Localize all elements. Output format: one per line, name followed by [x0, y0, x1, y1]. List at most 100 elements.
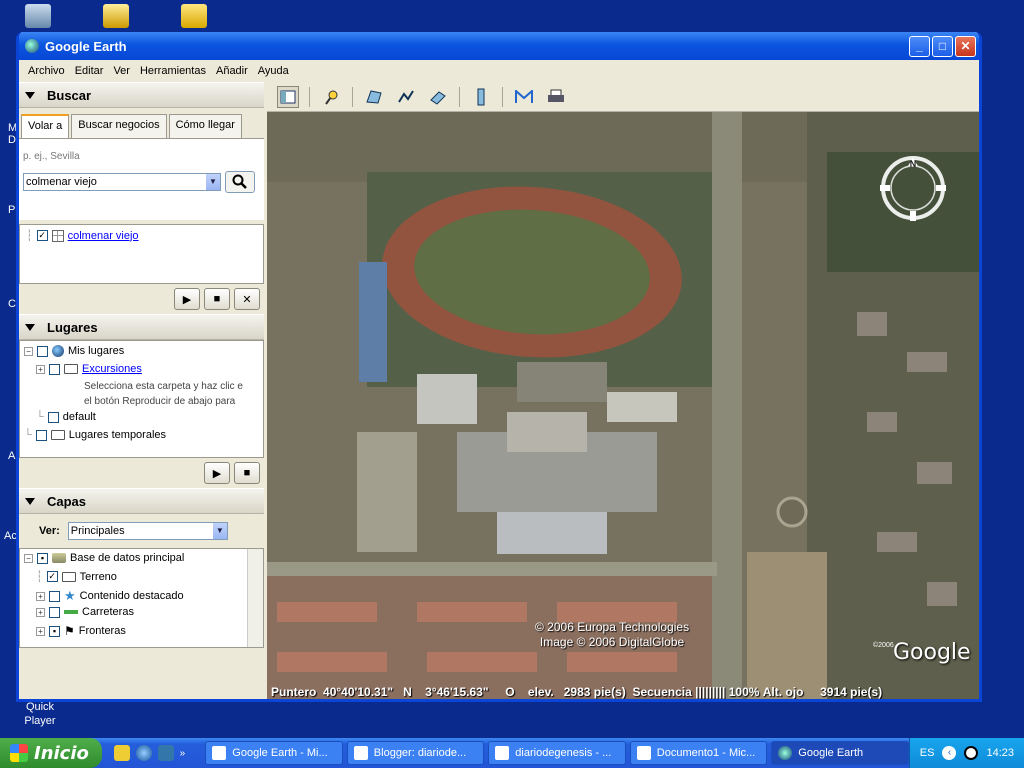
list-item[interactable]: + Excursiones	[36, 363, 142, 375]
streaming-percent: 100%	[728, 685, 760, 699]
checkbox[interactable]	[47, 411, 59, 423]
my-computer-icon[interactable]	[20, 2, 56, 32]
places-section-header[interactable]: Lugares	[19, 314, 264, 340]
search-hint: p. ej., Sevilla	[23, 151, 80, 162]
search-input[interactable]: colmenar viejo ▼	[23, 173, 221, 191]
play-button[interactable]: ▶	[204, 462, 230, 484]
chevron-right-icon[interactable]: »	[180, 748, 186, 759]
checkbox[interactable]	[49, 363, 60, 375]
checkbox[interactable]	[49, 606, 60, 618]
left-panel: Buscar Volar a Buscar negocios Cómo lleg…	[19, 82, 264, 699]
play-button[interactable]: ▶	[174, 288, 200, 310]
printer-icon	[548, 89, 564, 102]
latitude-value: 40°40'10.31"	[323, 685, 394, 699]
layers-scrollbar[interactable]	[247, 549, 263, 647]
list-item[interactable]: + ▪ ⚑ Fronteras	[36, 624, 126, 638]
checkbox-checked[interactable]: ✓	[36, 230, 48, 241]
search-button[interactable]	[225, 171, 255, 193]
sidebar-toggle-button[interactable]	[277, 85, 299, 108]
menu-ayuda[interactable]: Ayuda	[253, 65, 294, 77]
clear-button[interactable]: ✕	[234, 288, 260, 310]
list-item[interactable]: + Carreteras	[36, 606, 134, 618]
checkbox-partial[interactable]: ▪	[37, 552, 48, 564]
list-item[interactable]: − ▪ Base de datos principal	[24, 552, 184, 564]
layer-label: Base de datos principal	[70, 552, 185, 564]
list-item[interactable]: ┆ ✓ colmenar viejo	[26, 229, 139, 242]
menu-anadir[interactable]: Añadir	[211, 65, 253, 77]
view-select[interactable]: Principales ▼	[67, 522, 228, 540]
checkbox-checked[interactable]: ✓	[46, 571, 58, 582]
list-item[interactable]: └ Lugares temporales	[24, 429, 166, 441]
panda-antivirus-icon[interactable]	[964, 746, 979, 760]
folder-icon	[61, 571, 76, 582]
folder-icon	[64, 364, 78, 374]
task-google-earth-mi[interactable]: Google Earth - Mi...	[205, 741, 343, 765]
task-blogger[interactable]: Blogger: diariode...	[346, 741, 485, 765]
maximize-button[interactable]: □	[932, 35, 953, 57]
quicklaunch-app-icon[interactable]	[157, 745, 174, 761]
stop-button[interactable]: ■	[234, 462, 260, 484]
search-shortcut-icon[interactable]	[98, 2, 134, 32]
checkbox[interactable]	[49, 590, 60, 602]
tab-volar-a[interactable]: Volar a	[21, 114, 70, 138]
globe-icon	[52, 345, 64, 357]
email-button[interactable]	[513, 86, 535, 108]
chevron-down-icon[interactable]: ▼	[206, 174, 220, 190]
result-link[interactable]: colmenar viejo	[68, 230, 139, 242]
grid-icon	[51, 229, 64, 242]
start-label: Inicio	[34, 742, 89, 764]
path-icon	[398, 89, 414, 103]
quicklaunch-app-icon[interactable]	[113, 745, 130, 761]
list-item[interactable]: − Mis lugares	[24, 345, 124, 357]
task-label: diariodegenesis - ...	[515, 747, 612, 759]
list-item[interactable]: ┆ ✓ Terreno	[36, 570, 117, 584]
map-view[interactable]: N © 2006 Europa Technologies Image © 200…	[267, 112, 979, 699]
checkbox-partial[interactable]: ▪	[49, 625, 60, 637]
language-indicator[interactable]: ES	[920, 747, 935, 759]
excursiones-link[interactable]: Excursiones	[82, 363, 142, 375]
layers-section-header[interactable]: Capas	[19, 488, 264, 514]
task-documento1[interactable]: Documento1 - Mic...	[629, 741, 768, 765]
add-overlay-button[interactable]	[427, 86, 449, 108]
search-section-header[interactable]: Buscar	[19, 82, 264, 108]
add-placemark-button[interactable]	[320, 86, 342, 108]
start-button[interactable]: Inicio	[0, 738, 102, 768]
stop-button[interactable]: ■	[204, 288, 230, 310]
menu-editar[interactable]: Editar	[70, 65, 109, 77]
task-label: Documento1 - Mic...	[656, 747, 756, 759]
view-label: Ver:	[39, 525, 60, 537]
add-path-button[interactable]	[395, 86, 417, 108]
list-item[interactable]: + ★ Contenido destacado	[36, 588, 184, 604]
places-tree: − Mis lugares + Excursiones Selecciona e…	[19, 340, 264, 458]
tray-expand-icon[interactable]: ‹	[942, 746, 957, 760]
close-button[interactable]: ✕	[955, 35, 976, 57]
layers-section-title: Capas	[47, 493, 87, 509]
tab-buscar-negocios[interactable]: Buscar negocios	[71, 114, 167, 138]
places-controls: ▶ ■	[19, 458, 264, 488]
compass-navigation-icon[interactable]: N	[877, 152, 949, 224]
task-diariodegenesis[interactable]: diariodegenesis - ...	[488, 741, 626, 765]
minimize-button[interactable]: _	[909, 35, 930, 57]
chevron-down-icon[interactable]: ▼	[212, 523, 227, 539]
zip-folder-icon[interactable]	[176, 2, 212, 32]
menu-archivo[interactable]: Archivo	[23, 65, 70, 77]
print-button[interactable]	[545, 86, 567, 108]
list-item[interactable]: └ default	[36, 411, 96, 423]
internet-explorer-icon[interactable]	[135, 745, 152, 761]
layer-label: Fronteras	[78, 625, 126, 637]
menu-ver[interactable]: Ver	[108, 65, 135, 77]
ruler-button[interactable]	[470, 86, 492, 108]
collapse-triangle-icon	[25, 91, 35, 99]
layer-label: Carreteras	[82, 606, 134, 618]
checkbox[interactable]	[37, 345, 48, 357]
title-bar[interactable]: Google Earth _ □ ✕	[19, 32, 979, 60]
elevation-label: elev.	[527, 685, 554, 699]
task-label: Google Earth - Mi...	[232, 747, 328, 759]
tab-como-llegar[interactable]: Cómo llegar	[168, 114, 242, 138]
add-polygon-button[interactable]	[363, 86, 385, 108]
task-google-earth[interactable]: Google Earth	[771, 741, 909, 765]
copyright-line-1: © 2006 Europa Technologies	[535, 620, 690, 634]
checkbox[interactable]	[35, 429, 47, 441]
menu-herramientas[interactable]: Herramientas	[135, 65, 211, 77]
excursiones-description: el botón Reproducir de abajo para	[84, 396, 236, 407]
